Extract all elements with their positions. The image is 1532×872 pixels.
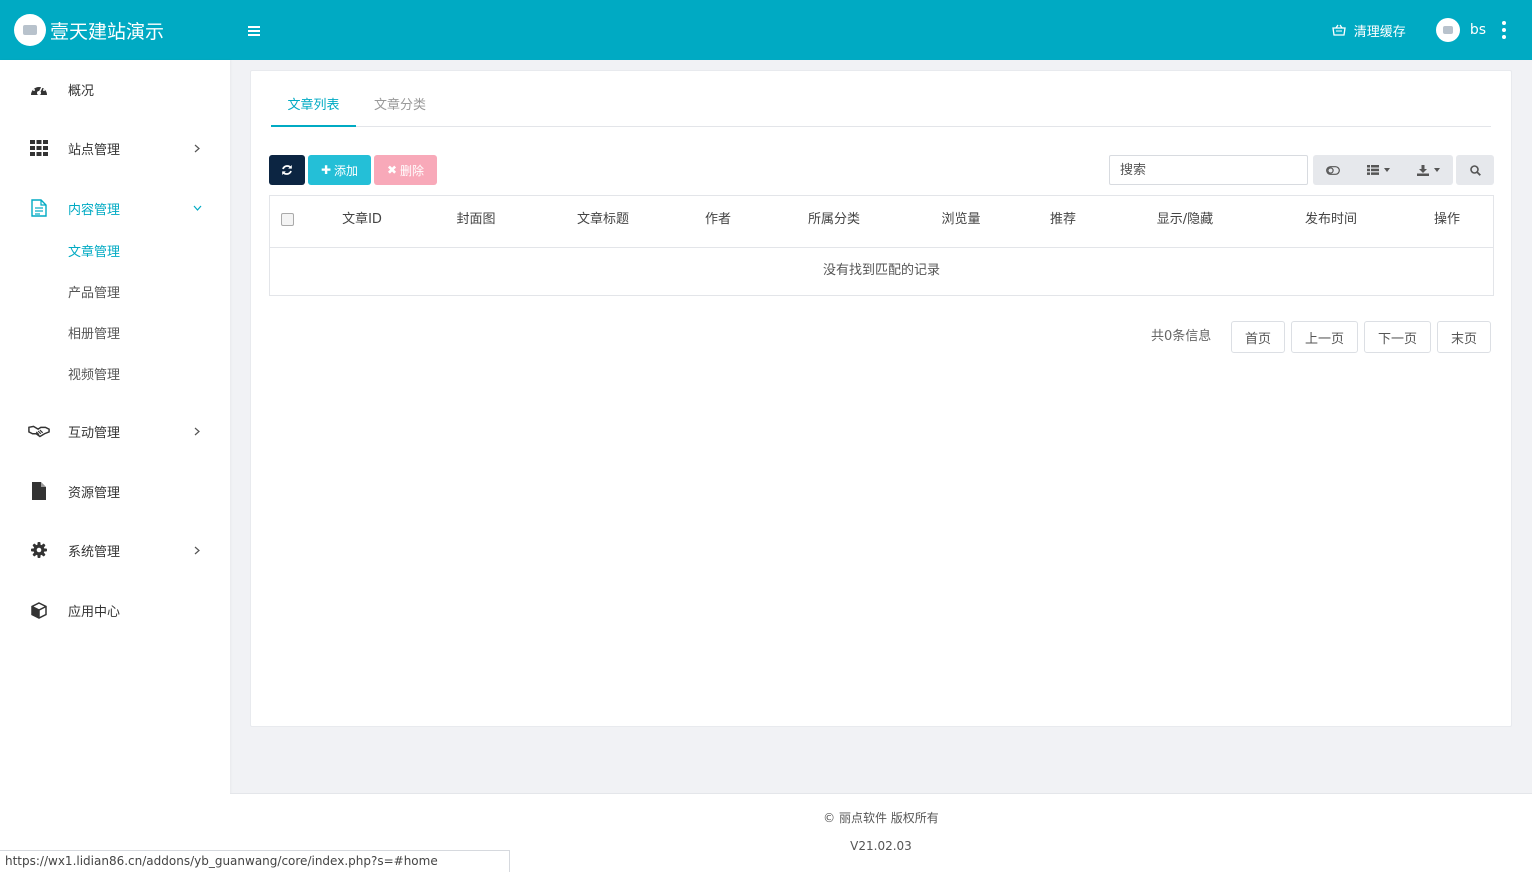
delete-button[interactable]: ✖ 删除 bbox=[374, 155, 437, 185]
sidebar-item-site[interactable]: 站点管理 bbox=[0, 130, 230, 166]
chevron-right-icon bbox=[190, 141, 204, 155]
column-header[interactable]: 作者 bbox=[678, 196, 758, 248]
delete-button-label: 删除 bbox=[400, 163, 425, 178]
search-icon bbox=[1469, 164, 1481, 176]
brand[interactable]: 壹天建站演示 bbox=[0, 0, 230, 60]
gear-icon bbox=[28, 540, 50, 560]
column-header[interactable]: 文章标题 bbox=[563, 196, 643, 248]
document-icon bbox=[28, 198, 50, 218]
column-header[interactable]: 封面图 bbox=[436, 196, 516, 248]
tab-article-list[interactable]: 文章列表 bbox=[271, 89, 356, 127]
toggle-view-button[interactable] bbox=[1313, 155, 1353, 185]
username: bs bbox=[1469, 22, 1486, 38]
sidebar-item-label: 概况 bbox=[68, 83, 95, 99]
column-header[interactable]: 操作 bbox=[1407, 196, 1487, 248]
table-tools bbox=[1313, 155, 1453, 185]
search-button[interactable] bbox=[1456, 155, 1494, 185]
chevron-down-icon bbox=[190, 201, 204, 215]
caret-down-icon bbox=[1433, 168, 1440, 172]
sidebar: 概况 站点管理 内容管理 文章管理 产品管理 相册管理 视频管理 互动管理 资源… bbox=[0, 60, 230, 872]
tab-article-category[interactable]: 文章分类 bbox=[368, 89, 432, 127]
sidebar-item-resources[interactable]: 资源管理 bbox=[0, 473, 230, 509]
hamburger-menu-icon[interactable] bbox=[248, 21, 260, 40]
sidebar-item-label: 互动管理 bbox=[68, 425, 121, 441]
chevron-right-icon bbox=[190, 543, 204, 557]
tab-bar: 文章列表 文章分类 bbox=[271, 89, 1491, 127]
chevron-right-icon bbox=[190, 424, 204, 438]
add-button[interactable]: ✚ 添加 bbox=[308, 155, 371, 185]
total-count: 共0条信息 bbox=[1151, 329, 1212, 344]
sidebar-item-label: 资源管理 bbox=[68, 485, 121, 501]
file-icon bbox=[28, 481, 50, 501]
sidebar-item-label: 系统管理 bbox=[68, 544, 121, 560]
column-header[interactable]: 文章ID bbox=[322, 196, 402, 248]
sidebar-item-label: 内容管理 bbox=[68, 202, 121, 218]
toggle-icon bbox=[1326, 165, 1340, 175]
download-icon bbox=[1416, 164, 1429, 176]
sidebar-item-label: 应用中心 bbox=[68, 604, 121, 620]
prev-page-button[interactable]: 上一页 bbox=[1291, 321, 1358, 353]
column-header[interactable]: 推荐 bbox=[1023, 196, 1103, 248]
brand-title: 壹天建站演示 bbox=[50, 20, 165, 43]
grid-icon bbox=[28, 138, 50, 158]
cube-icon bbox=[28, 600, 50, 620]
select-all-checkbox[interactable] bbox=[281, 213, 294, 226]
status-bar-url: https://wx1.lidian86.cn/addons/yb_guanwa… bbox=[0, 850, 510, 872]
article-table: 文章ID 封面图 文章标题 作者 所属分类 浏览量 推荐 显示/隐藏 发布时间 … bbox=[269, 195, 1494, 296]
top-header: 壹天建站演示 清理缓存 bs bbox=[0, 0, 1532, 60]
column-header[interactable]: 所属分类 bbox=[794, 196, 874, 248]
sidebar-subitem-products[interactable]: 产品管理 bbox=[68, 282, 120, 306]
sidebar-item-content[interactable]: 内容管理 bbox=[0, 190, 230, 226]
handshake-icon bbox=[28, 421, 50, 441]
next-page-button[interactable]: 下一页 bbox=[1364, 321, 1431, 353]
column-header[interactable]: 显示/隐藏 bbox=[1135, 196, 1235, 248]
dashboard-icon bbox=[28, 79, 50, 99]
sidebar-subitem-albums[interactable]: 相册管理 bbox=[68, 323, 120, 347]
export-dropdown[interactable] bbox=[1403, 155, 1453, 185]
column-header[interactable]: 发布时间 bbox=[1291, 196, 1371, 248]
last-page-button[interactable]: 末页 bbox=[1437, 321, 1491, 353]
search-input[interactable] bbox=[1109, 155, 1308, 185]
more-vertical-icon[interactable] bbox=[1502, 21, 1506, 39]
sidebar-subitem-videos[interactable]: 视频管理 bbox=[68, 364, 120, 388]
content-card: 文章列表 文章分类 ✚ 添加 ✖ 删除 文章ID 封面图 文章标 bbox=[250, 70, 1512, 727]
close-icon: ✖ bbox=[386, 163, 398, 177]
copyright-text: © 丽点软件 版权所有 bbox=[823, 811, 939, 825]
sidebar-item-system[interactable]: 系统管理 bbox=[0, 532, 230, 568]
clear-cache-label: 清理缓存 bbox=[1353, 24, 1406, 40]
columns-dropdown[interactable] bbox=[1353, 155, 1403, 185]
sidebar-subitem-articles[interactable]: 文章管理 bbox=[68, 241, 120, 265]
empty-message: 没有找到匹配的记录 bbox=[822, 263, 940, 278]
user-menu[interactable]: bs bbox=[1435, 18, 1486, 42]
refresh-icon bbox=[282, 165, 292, 175]
refresh-button[interactable] bbox=[269, 155, 305, 185]
add-button-label: 添加 bbox=[334, 163, 359, 178]
sidebar-item-interaction[interactable]: 互动管理 bbox=[0, 413, 230, 449]
list-icon bbox=[1366, 165, 1379, 175]
basket-icon bbox=[1332, 24, 1346, 36]
sidebar-item-label: 站点管理 bbox=[68, 142, 121, 158]
clear-cache-button[interactable]: 清理缓存 bbox=[1332, 21, 1406, 40]
plus-icon: ✚ bbox=[320, 163, 332, 177]
sidebar-item-app-center[interactable]: 应用中心 bbox=[0, 592, 230, 628]
logo-icon bbox=[14, 14, 46, 46]
column-header[interactable]: 浏览量 bbox=[921, 196, 1001, 248]
avatar bbox=[1435, 18, 1460, 42]
table-header: 文章ID 封面图 文章标题 作者 所属分类 浏览量 推荐 显示/隐藏 发布时间 … bbox=[270, 196, 1493, 248]
caret-down-icon bbox=[1383, 168, 1390, 172]
first-page-button[interactable]: 首页 bbox=[1231, 321, 1285, 353]
sidebar-item-overview[interactable]: 概况 bbox=[0, 71, 230, 107]
